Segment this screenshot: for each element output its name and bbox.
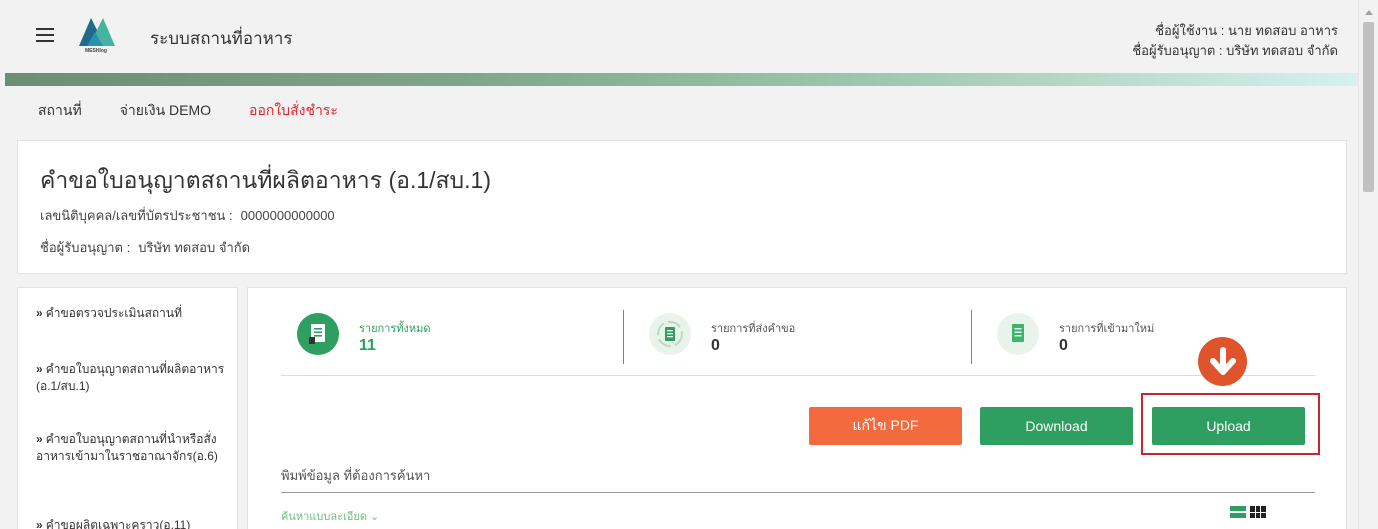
chevron-right-icon: »: [36, 306, 43, 320]
stat-label: รายการทั้งหมด: [359, 323, 431, 335]
document-icon: [297, 313, 339, 355]
menu-bar: [36, 28, 54, 30]
stat-label: รายการที่เข้ามาใหม่: [1059, 323, 1155, 335]
sidebar-item-inspection-request[interactable]: » คำขอตรวจประเมินสถานที่: [36, 305, 231, 322]
stat-label: รายการที่ส่งคำขอ: [711, 323, 796, 335]
grid-cell: [1261, 512, 1266, 518]
divider: [971, 310, 972, 364]
sidebar-item-production-license[interactable]: » คำขอใบอนุญาตสถานที่ผลิตอาหาร (อ.1/สบ.1): [36, 361, 231, 395]
edit-pdf-button[interactable]: แก้ไข PDF: [809, 407, 962, 445]
new-document-icon: [997, 313, 1039, 355]
grid-cell: [1255, 506, 1261, 512]
grid-view-icon[interactable]: [1250, 506, 1266, 518]
sidebar-item-label: คำขอใบอนุญาตสถานที่นำหรือสั่งอาหารเข้ามา…: [36, 432, 218, 463]
menu-bar: [36, 34, 54, 36]
search-input[interactable]: [281, 483, 1315, 493]
upload-highlight-box: [1141, 393, 1320, 455]
stat-value: 11: [359, 337, 376, 354]
nav-item-place[interactable]: สถานที่: [38, 100, 82, 122]
down-arrow-icon: [1198, 337, 1247, 386]
stat-value: 0: [1059, 337, 1068, 354]
page-scrollbar[interactable]: [1358, 0, 1378, 529]
page-title: คำขอใบอนุญาตสถานที่ผลิตอาหาร (อ.1/สบ.1): [40, 167, 491, 193]
username-line: ชื่อผู้ใช้งาน : นาย ทดสอบ อาหาร: [1155, 23, 1338, 38]
chevron-right-icon: »: [36, 518, 43, 529]
grid-cell: [1250, 512, 1255, 518]
id-value: 0000000000000: [240, 208, 335, 223]
refresh-document-icon: [649, 313, 691, 355]
licensee-value: บริษัท ทดสอบ จำกัด: [138, 240, 251, 255]
scrollbar-thumb[interactable]: [1363, 22, 1374, 192]
grid-cell: [1255, 512, 1261, 518]
list-view-icon[interactable]: [1230, 506, 1246, 518]
grid-cell: [1250, 506, 1255, 512]
licensee-label: ชื่อผู้รับอนุญาต :: [40, 240, 131, 255]
nav-item-payment-demo[interactable]: จ่ายเงิน DEMO: [120, 100, 211, 122]
header-banner: [5, 73, 1358, 86]
sidebar-item-label: คำขอตรวจประเมินสถานที่: [45, 306, 183, 320]
divider: [623, 310, 624, 364]
id-row: เลขนิติบุคคล/เลขที่บัตรประชาชน : 00000000…: [40, 205, 335, 226]
list-bar: [1230, 506, 1246, 511]
meshlog-logo[interactable]: MESHlog: [73, 14, 121, 58]
divider: [281, 375, 1315, 376]
license-info-card: คำขอใบอนุญาตสถานที่ผลิตอาหาร (อ.1/สบ.1) …: [17, 140, 1347, 274]
sidebar-item-import-license[interactable]: » คำขอใบอนุญาตสถานที่นำหรือสั่งอาหารเข้าม…: [36, 431, 231, 465]
user-info: ชื่อผู้ใช้งาน : นาย ทดสอบ อาหาร ชื่อผู้ร…: [1132, 21, 1338, 61]
top-nav: สถานที่ จ่ายเงิน DEMO ออกใบสั่งชำระ: [38, 100, 376, 122]
app-title: ระบบสถานที่อาหาร: [150, 29, 293, 48]
grid-cell: [1261, 506, 1266, 512]
menu-bar: [36, 40, 54, 42]
sidebar: » คำขอตรวจประเมินสถานที่ » คำขอใบอนุญาตสถา…: [17, 287, 238, 529]
chevron-right-icon: »: [36, 362, 43, 376]
list-bar: [1230, 513, 1246, 518]
app-header: MESHlog ระบบสถานที่อาหาร ชื่อผู้ใช้งาน :…: [0, 0, 1358, 73]
sidebar-item-label: คำขอใบอนุญาตสถานที่ผลิตอาหาร (อ.1/สบ.1): [36, 362, 225, 393]
logo-mark-icon: [79, 18, 115, 46]
main-panel: รายการทั้งหมด 11 รายการที่ส่งคำขอ 0 รายก…: [247, 287, 1347, 529]
logo-text: MESHlog: [85, 48, 107, 54]
download-button[interactable]: Download: [980, 407, 1133, 445]
chevron-right-icon: »: [36, 432, 43, 446]
advanced-search-toggle[interactable]: ค้นหาแบบละเอียด ⌄: [281, 507, 379, 525]
stat-value: 0: [711, 337, 720, 354]
scroll-up-icon[interactable]: [1365, 10, 1373, 15]
licensee-line: ชื่อผู้รับอนุญาต : บริษัท ทดสอบ จำกัด: [1132, 43, 1338, 58]
nav-item-issue-payment-order[interactable]: ออกใบสั่งชำระ: [249, 100, 338, 122]
licensee-row: ชื่อผู้รับอนุญาต : บริษัท ทดสอบ จำกัด: [40, 237, 250, 258]
sidebar-item-temporary-production[interactable]: » คำขอผลิตเฉพาะคราว(อ.11): [36, 517, 231, 529]
id-label: เลขนิติบุคคล/เลขที่บัตรประชาชน :: [40, 208, 233, 223]
sidebar-item-label: คำขอผลิตเฉพาะคราว(อ.11): [45, 518, 191, 529]
menu-icon[interactable]: [36, 28, 54, 42]
